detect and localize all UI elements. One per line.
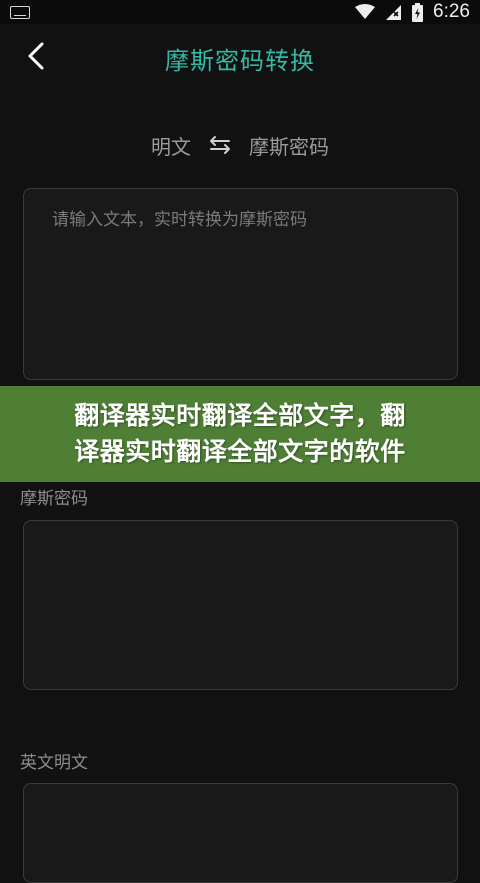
status-time: 6:26	[433, 1, 470, 22]
back-button[interactable]	[18, 38, 54, 74]
morse-output-box[interactable]	[23, 520, 458, 690]
english-output-box[interactable]	[23, 783, 458, 883]
swap-arrows-icon	[210, 136, 230, 154]
keyboard-icon	[10, 6, 30, 19]
overlay-banner: 翻译器实时翻译全部文字，翻 译器实时翻译全部文字的软件	[0, 386, 480, 482]
language-switcher: 明文 摩斯密码	[0, 125, 480, 165]
source-language-label[interactable]: 明文	[151, 131, 191, 160]
chevron-left-icon	[28, 42, 44, 70]
banner-line-1: 翻译器实时翻译全部文字，翻	[74, 401, 406, 430]
status-bar: 6:26	[0, 0, 480, 24]
status-icons: 6:26	[355, 0, 470, 24]
plaintext-input[interactable]	[24, 189, 457, 379]
wifi-icon	[355, 4, 376, 19]
battery-icon	[412, 2, 424, 22]
signal-icon	[386, 4, 402, 20]
app-bar: 摩斯密码转换	[0, 24, 480, 92]
morse-section-label: 摩斯密码	[20, 489, 88, 509]
swap-button[interactable]	[207, 135, 233, 155]
banner-line-2: 译器实时翻译全部文字的软件	[74, 437, 406, 466]
target-language-label[interactable]: 摩斯密码	[249, 131, 329, 160]
text-input-box	[23, 188, 458, 380]
english-section-label: 英文明文	[20, 753, 88, 773]
page-title: 摩斯密码转换	[165, 46, 315, 75]
